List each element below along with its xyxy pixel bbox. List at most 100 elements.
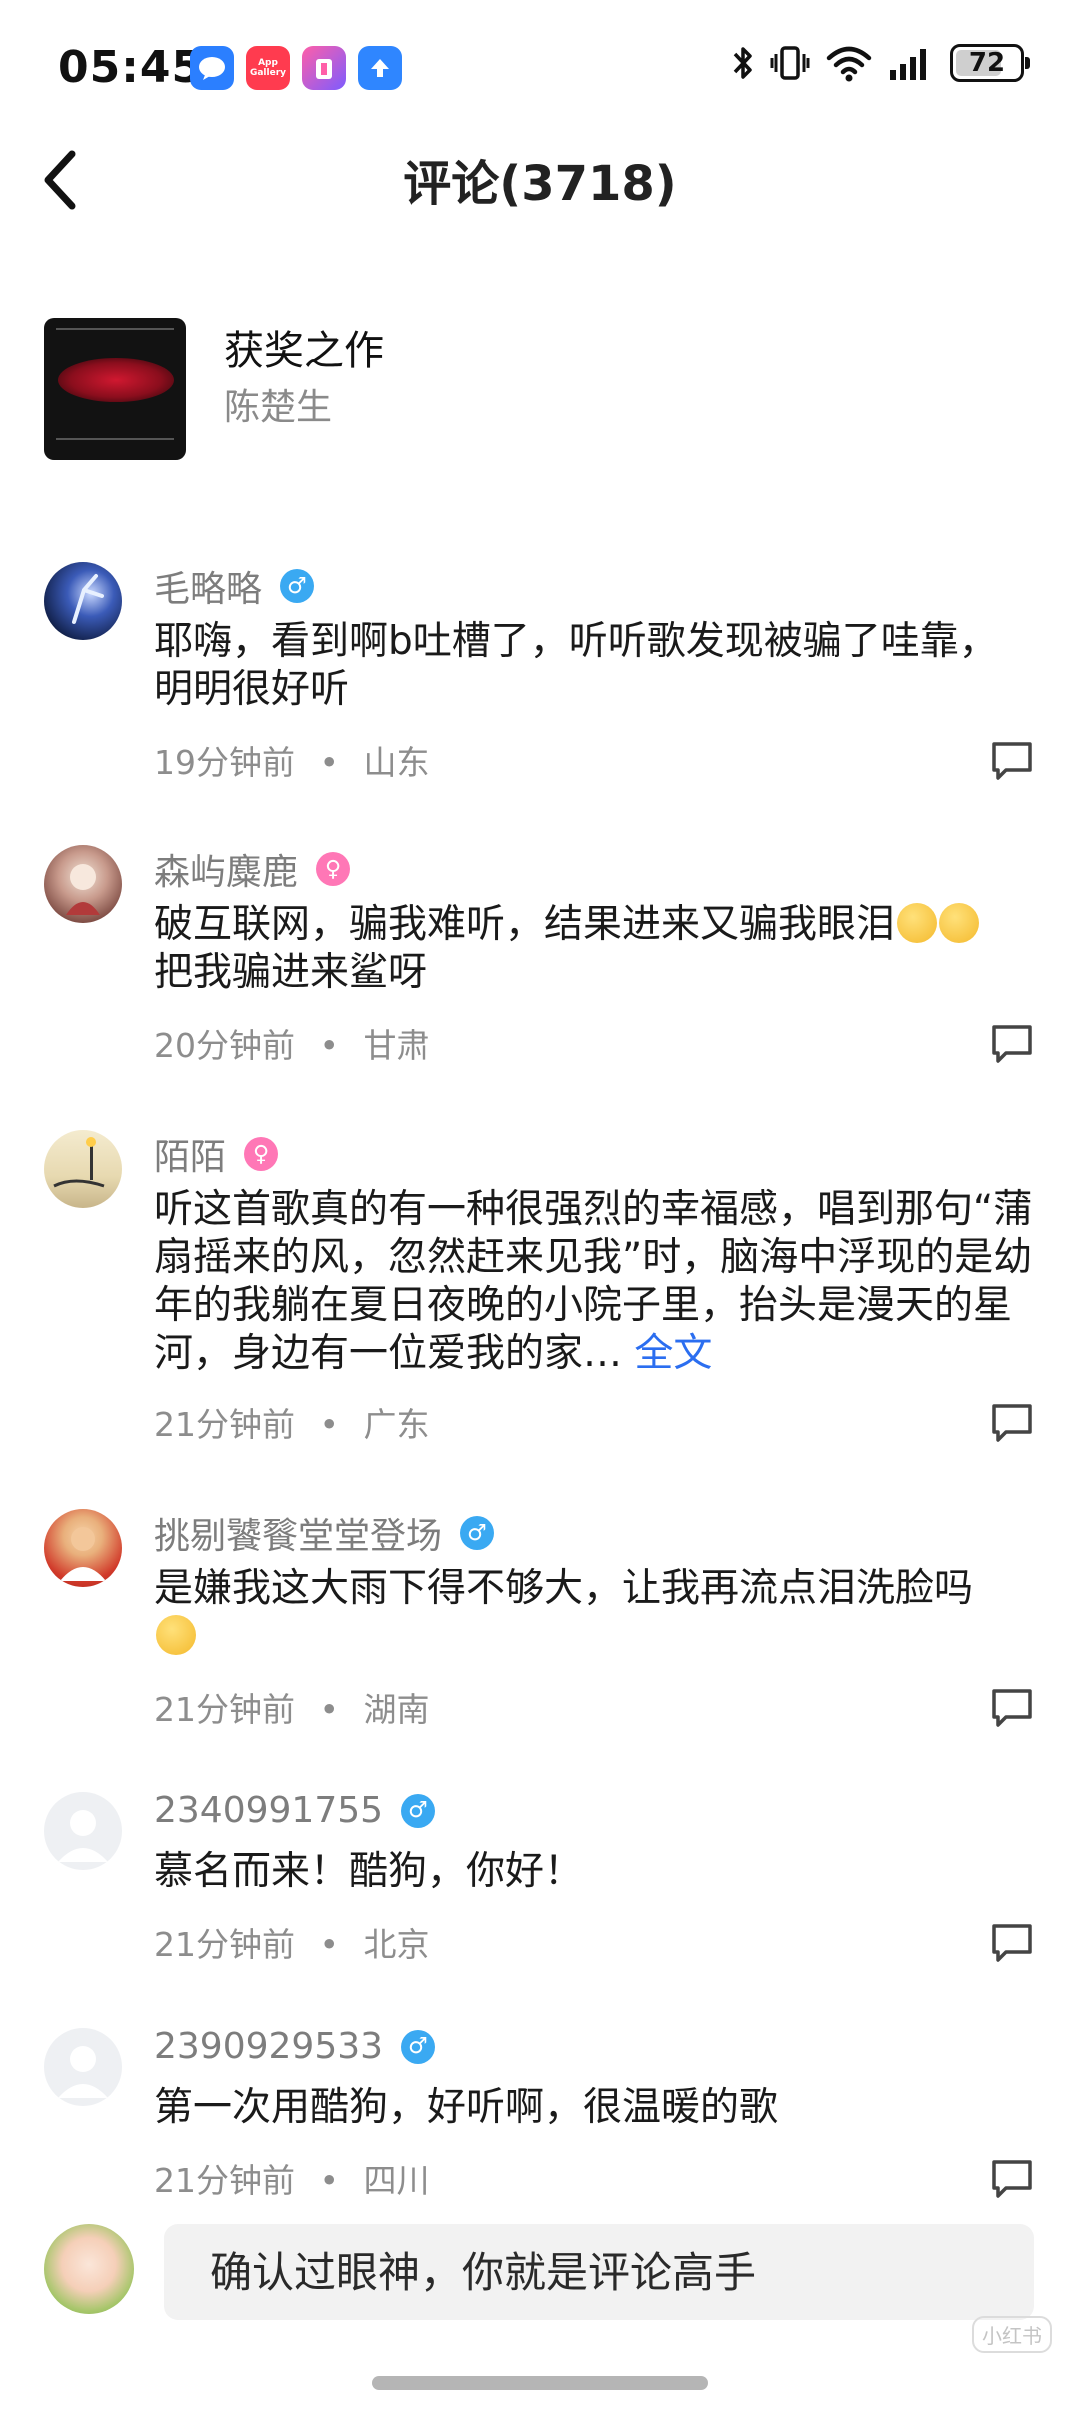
meta-separator: •	[319, 1925, 339, 1964]
full-text-link[interactable]: 全文	[634, 1331, 712, 1376]
comment-text[interactable]: 耶嗨，看到啊b吐槽了，听听歌发现被骗了哇靠，明明很好听	[154, 618, 1034, 714]
avatar[interactable]	[44, 562, 122, 640]
battery-level: 72	[968, 48, 1006, 78]
comment-meta: 20分钟前 • 甘肃	[154, 1019, 429, 1067]
home-indicator[interactable]	[372, 2376, 708, 2390]
battery-icon: 72	[950, 44, 1030, 82]
default-avatar[interactable]	[44, 2028, 122, 2106]
crying-emoji	[897, 903, 938, 943]
comment-username[interactable]: 毛略略	[154, 560, 262, 612]
comment-location: 广东	[363, 1405, 430, 1444]
comment-time: 21分钟前	[154, 2161, 295, 2200]
comment-user[interactable]: 森屿麋鹿 ♀	[154, 843, 351, 895]
comment-username[interactable]: 挑剔饕餮堂堂登场	[154, 1507, 442, 1559]
comment-input-bar	[0, 2210, 1080, 2330]
comment-body: 慕名而来！酷狗，你好！	[154, 1849, 584, 1894]
reply-comment-icon[interactable]	[988, 2154, 1036, 2202]
default-avatar[interactable]	[44, 1792, 122, 1870]
meta-separator: •	[319, 2161, 339, 2200]
comment-location: 山东	[363, 743, 430, 782]
reply-comment-icon[interactable]	[988, 1019, 1036, 1067]
comment-body: 耶嗨，看到啊b吐槽了，听听歌发现被骗了哇靠，明明很好听	[154, 619, 998, 712]
comment-meta: 19分钟前 • 山东	[154, 736, 429, 784]
comment-time: 21分钟前	[154, 1690, 295, 1729]
avatar[interactable]	[44, 845, 122, 923]
comment-meta: 21分钟前 • 广东	[154, 1398, 429, 1446]
female-gender-icon: ♀	[316, 852, 351, 886]
song-card[interactable]: 获奖之作 陈楚生	[44, 318, 1044, 464]
meta-separator: •	[319, 1026, 339, 1065]
watermark: 小红书	[972, 2316, 1052, 2353]
reply-comment-icon[interactable]	[988, 1398, 1036, 1446]
update-icon	[358, 46, 402, 90]
comment-user[interactable]: 2390929533 ♂	[154, 2026, 436, 2067]
comment-username[interactable]: 森屿麋鹿	[154, 843, 298, 895]
status-bar: 05:45 App Gallery 72	[0, 0, 1080, 140]
comment-user[interactable]: 挑剔饕餮堂堂登场 ♂	[154, 1507, 495, 1559]
comment-body: 第一次用酷狗，好听啊，很温暖的歌	[154, 2085, 779, 2130]
meta-separator: •	[319, 743, 339, 782]
crying-emoji	[939, 903, 980, 943]
male-gender-icon: ♂	[401, 2029, 436, 2064]
comment-item: 陌陌 ♀ 听这首歌真的有一种很强烈的幸福感，唱到那句“蒲扇摇来的风，忽然赶来见我…	[0, 1128, 1080, 1468]
comment-username[interactable]: 2340991755	[154, 1790, 383, 1831]
comment-text[interactable]: 听这首歌真的有一种很强烈的幸福感，唱到那句“蒲扇摇来的风，忽然赶来见我”时，脑海…	[154, 1186, 1034, 1378]
comment-item: 毛略略 ♂ 耶嗨，看到啊b吐槽了，听听歌发现被骗了哇靠，明明很好听 19分钟前 …	[0, 560, 1080, 800]
song-artist[interactable]: 陈楚生	[224, 378, 332, 430]
app-gallery-icon: App Gallery	[246, 46, 290, 90]
avatar[interactable]	[44, 1130, 122, 1208]
male-gender-icon: ♂	[280, 569, 315, 603]
shop-icon	[302, 46, 346, 90]
comment-meta: 21分钟前 • 四川	[154, 2154, 429, 2202]
comment-location: 甘肃	[363, 1026, 430, 1065]
comment-item: 挑剔饕餮堂堂登场 ♂ 是嫌我这大雨下得不够大，让我再流点泪洗脸吗 21分钟前 •…	[0, 1507, 1080, 1747]
comment-time: 21分钟前	[154, 1925, 295, 1964]
comment-user[interactable]: 陌陌 ♀	[154, 1128, 279, 1180]
meta-separator: •	[319, 1405, 339, 1444]
meta-separator: •	[319, 1690, 339, 1729]
comment-body: 是嫌我这大雨下得不够大，让我再流点泪洗脸吗	[154, 1566, 974, 1611]
comment-time: 21分钟前	[154, 1405, 295, 1444]
reply-comment-icon[interactable]	[988, 1918, 1036, 1966]
comment-item: 森屿麋鹿 ♀ 破互联网，骗我难听，结果进来又骗我眼泪 把我骗进来鲨呀 20分钟前…	[0, 843, 1080, 1083]
comment-input[interactable]	[164, 2224, 1034, 2320]
cellular-signal-icon	[890, 49, 926, 80]
album-cover[interactable]	[44, 318, 186, 460]
female-gender-icon: ♀	[244, 1137, 279, 1171]
comment-username[interactable]: 2390929533	[154, 2026, 383, 2067]
reply-comment-icon[interactable]	[988, 736, 1036, 784]
comment-meta: 21分钟前 • 北京	[154, 1918, 429, 1966]
comment-meta: 21分钟前 • 湖南	[154, 1683, 429, 1731]
bluetooth-icon	[733, 47, 752, 79]
reply-comment-icon[interactable]	[988, 1683, 1036, 1731]
comment-time: 19分钟前	[154, 743, 295, 782]
comment-time: 20分钟前	[154, 1026, 295, 1065]
comment-location: 湖南	[363, 1690, 430, 1729]
my-avatar[interactable]	[44, 2224, 134, 2314]
male-gender-icon: ♂	[401, 1793, 436, 1828]
status-time: 05:45	[58, 42, 204, 93]
app-gallery-label: App Gallery	[249, 58, 287, 78]
comment-item: 2390929533 ♂ 第一次用酷狗，好听啊，很温暖的歌 21分钟前 • 四川	[0, 2026, 1080, 2200]
header: 评论(3718)	[0, 130, 1080, 240]
comment-text[interactable]: 慕名而来！酷狗，你好！	[154, 1848, 1034, 1896]
comment-text[interactable]: 破互联网，骗我难听，结果进来又骗我眼泪 把我骗进来鲨呀	[154, 901, 1034, 997]
comment-text[interactable]: 是嫌我这大雨下得不够大，让我再流点泪洗脸吗	[154, 1565, 1034, 1661]
comment-user[interactable]: 2340991755 ♂	[154, 1790, 436, 1831]
comment-location: 四川	[363, 2161, 430, 2200]
message-icon	[190, 46, 234, 90]
comment-body-continued: 把我骗进来鲨呀	[154, 950, 428, 995]
song-title[interactable]: 获奖之作	[224, 318, 384, 376]
comment-user[interactable]: 毛略略 ♂	[154, 560, 315, 612]
notification-app-icons: App Gallery	[190, 46, 402, 90]
comment-text[interactable]: 第一次用酷狗，好听啊，很温暖的歌	[154, 2084, 1034, 2132]
page-title: 评论(3718)	[403, 156, 677, 212]
smiling-emoji	[156, 1615, 196, 1655]
comment-item: 2340991755 ♂ 慕名而来！酷狗，你好！ 21分钟前 • 北京	[0, 1790, 1080, 1990]
status-indicators: 72	[732, 44, 1030, 82]
comment-body: 破互联网，骗我难听，结果进来又骗我眼泪	[154, 902, 896, 947]
comment-username[interactable]: 陌陌	[154, 1128, 226, 1180]
avatar[interactable]	[44, 1509, 122, 1587]
wifi-icon	[826, 46, 872, 82]
vibrate-icon	[770, 46, 810, 80]
